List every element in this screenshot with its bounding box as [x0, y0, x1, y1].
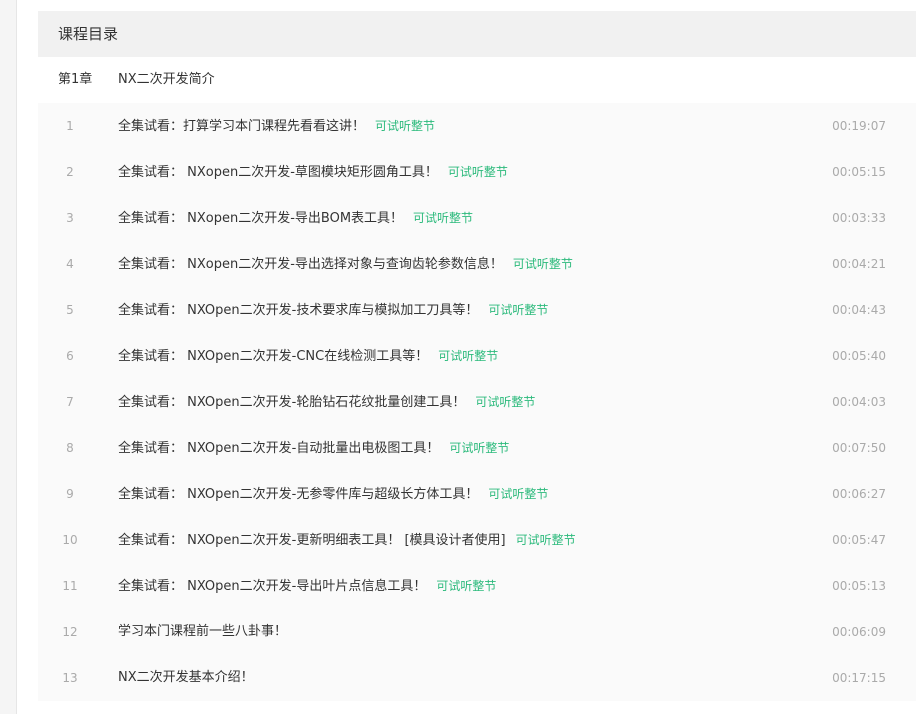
lesson-duration: 00:19:07: [832, 119, 886, 133]
lesson-title[interactable]: 全集试看： NXOpen二次开发-轮胎钻石花纹批量创建工具！: [118, 395, 465, 410]
free-preview-tag[interactable]: 可试听整节: [475, 395, 535, 409]
lesson-item[interactable]: 3 全集试看： NXopen二次开发-导出BOM表工具！ 可试听整节 00:03:3…: [38, 195, 916, 241]
free-preview-tag[interactable]: 可试听整节: [516, 533, 576, 547]
lesson-number: 12: [62, 625, 78, 639]
lesson-duration: 00:05:47: [832, 533, 886, 547]
lesson-number: 2: [66, 165, 74, 179]
lesson-duration: 00:06:27: [832, 487, 886, 501]
chapter-title: NX二次开发简介: [118, 72, 215, 87]
free-preview-tag[interactable]: 可试听整节: [448, 165, 508, 179]
lesson-item[interactable]: 10 全集试看： NXOpen二次开发-更新明细表工具！ [模具设计者使用] 可试…: [38, 517, 916, 563]
lesson-duration: 00:04:43: [832, 303, 886, 317]
lesson-item[interactable]: 1 全集试看：打算学习本门课程先看看这讲！ 可试听整节 00:19:07: [38, 103, 916, 149]
lesson-item[interactable]: 6 全集试看： NXOpen二次开发-CNC在线检测工具等！ 可试听整节 00:05…: [38, 333, 916, 379]
free-preview-tag[interactable]: 可试听整节: [513, 257, 573, 271]
lesson-number: 6: [66, 349, 74, 363]
lesson-item[interactable]: 8 全集试看： NXOpen二次开发-自动批量出电极图工具！ 可试听整节 00:07…: [38, 425, 916, 471]
lesson-title[interactable]: NX二次开发基本介绍！: [118, 670, 254, 685]
lesson-duration: 00:05:13: [832, 579, 886, 593]
free-preview-tag[interactable]: 可试听整节: [375, 119, 435, 133]
lesson-item[interactable]: 13 NX二次开发基本介绍！ 00:17:15: [38, 655, 916, 701]
lesson-title[interactable]: 学习本门课程前一些八卦事！: [118, 624, 287, 639]
lesson-number: 5: [66, 303, 74, 317]
lesson-duration: 00:06:09: [832, 625, 886, 639]
lesson-item[interactable]: 9 全集试看： NXOpen二次开发-无参零件库与超级长方体工具！ 可试听整节 00…: [38, 471, 916, 517]
lesson-number: 4: [66, 257, 74, 271]
free-preview-tag[interactable]: 可试听整节: [488, 487, 548, 501]
lesson-number: 7: [66, 395, 74, 409]
lesson-number: 10: [62, 533, 78, 547]
course-catalog: 课程目录 第1章 NX二次开发简介 1 全集试看：打算学习本门课程先看看这讲！ 可…: [38, 11, 916, 701]
lesson-item[interactable]: 4 全集试看： NXopen二次开发-导出选择对象与查询齿轮参数信息！ 可试听整节…: [38, 241, 916, 287]
chapter-number: 第1章: [58, 72, 93, 87]
lesson-duration: 00:03:33: [832, 211, 886, 225]
lesson-number: 8: [66, 441, 74, 455]
free-preview-tag[interactable]: 可试听整节: [488, 303, 548, 317]
lesson-item[interactable]: 5 全集试看： NXOpen二次开发-技术要求库与模拟加工刀具等！ 可试听整节 00…: [38, 287, 916, 333]
lesson-number: 1: [66, 119, 74, 133]
lesson-title[interactable]: 全集试看：打算学习本门课程先看看这讲！: [118, 119, 365, 134]
lesson-title[interactable]: 全集试看： NXopen二次开发-草图模块矩形圆角工具！: [118, 165, 438, 180]
lesson-item[interactable]: 2 全集试看： NXopen二次开发-草图模块矩形圆角工具！ 可试听整节 00:05…: [38, 149, 916, 195]
lesson-title[interactable]: 全集试看： NXOpen二次开发-更新明细表工具！ [模具设计者使用]: [118, 533, 506, 548]
lesson-duration: 00:07:50: [832, 441, 886, 455]
lesson-duration: 00:04:03: [832, 395, 886, 409]
lesson-list: 1 全集试看：打算学习本门课程先看看这讲！ 可试听整节 00:19:07 2 全集试看…: [38, 103, 916, 701]
lesson-number: 13: [62, 671, 78, 685]
left-sidebar: [0, 0, 17, 714]
lesson-title[interactable]: 全集试看： NXOpen二次开发-无参零件库与超级长方体工具！: [118, 487, 478, 502]
lesson-number: 3: [66, 211, 74, 225]
lesson-title[interactable]: 全集试看： NXopen二次开发-导出选择对象与查询齿轮参数信息！: [118, 257, 503, 272]
lesson-title[interactable]: 全集试看： NXopen二次开发-导出BOM表工具！: [118, 211, 403, 226]
free-preview-tag[interactable]: 可试听整节: [436, 579, 496, 593]
catalog-title: 课程目录: [38, 11, 916, 57]
lesson-duration: 00:05:15: [832, 165, 886, 179]
lesson-title[interactable]: 全集试看： NXOpen二次开发-导出叶片点信息工具！: [118, 579, 426, 594]
free-preview-tag[interactable]: 可试听整节: [449, 441, 509, 455]
lesson-duration: 00:17:15: [832, 671, 886, 685]
lesson-item[interactable]: 12 学习本门课程前一些八卦事！ 00:06:09: [38, 609, 916, 655]
lesson-number: 11: [62, 579, 78, 593]
free-preview-tag[interactable]: 可试听整节: [413, 211, 473, 225]
free-preview-tag[interactable]: 可试听整节: [438, 349, 498, 363]
lesson-item[interactable]: 7 全集试看： NXOpen二次开发-轮胎钻石花纹批量创建工具！ 可试听整节 00:…: [38, 379, 916, 425]
lesson-duration: 00:05:40: [832, 349, 886, 363]
lesson-number: 9: [66, 487, 74, 501]
lesson-title[interactable]: 全集试看： NXOpen二次开发-自动批量出电极图工具！: [118, 441, 439, 456]
lesson-duration: 00:04:21: [832, 257, 886, 271]
lesson-title[interactable]: 全集试看： NXOpen二次开发-技术要求库与模拟加工刀具等！: [118, 303, 478, 318]
chapter-header: 第1章 NX二次开发简介: [38, 57, 916, 103]
lesson-item[interactable]: 11 全集试看： NXOpen二次开发-导出叶片点信息工具！ 可试听整节 00:05…: [38, 563, 916, 609]
lesson-title[interactable]: 全集试看： NXOpen二次开发-CNC在线检测工具等！: [118, 349, 428, 364]
